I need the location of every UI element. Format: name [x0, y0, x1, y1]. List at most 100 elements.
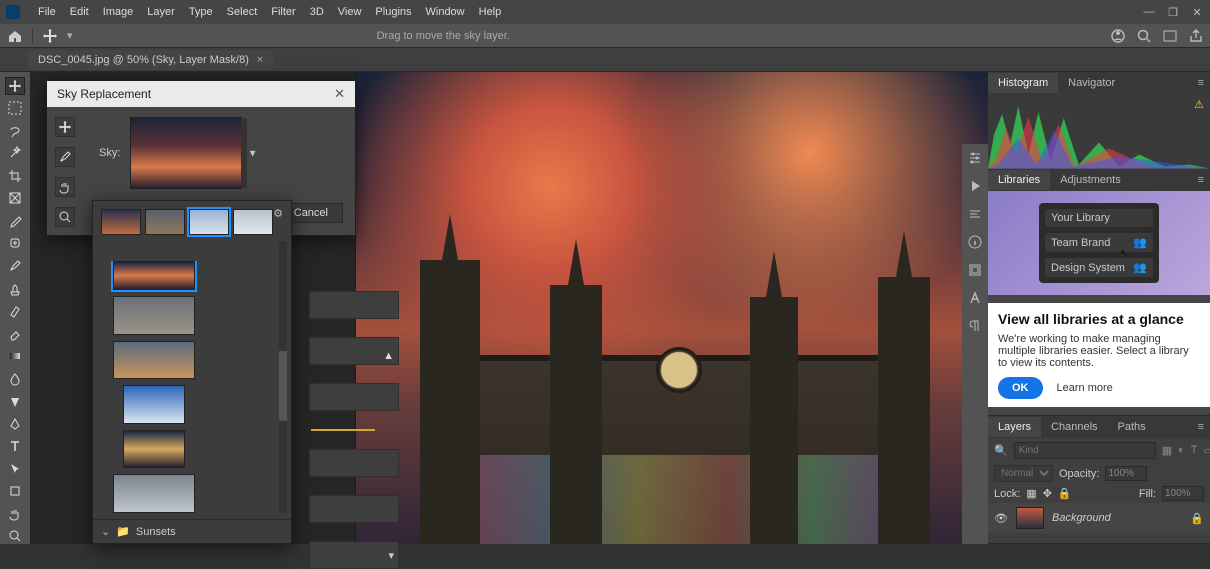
menu-filter[interactable]: Filter — [271, 6, 295, 18]
chevron-down-icon[interactable]: ⌄ — [101, 525, 110, 538]
dlg-brush-tool-icon[interactable] — [55, 147, 75, 167]
window-close-icon[interactable]: ✕ — [1190, 5, 1204, 19]
preset-thumb[interactable] — [189, 209, 229, 235]
move-tool-icon[interactable] — [6, 78, 24, 94]
tab-adjustments[interactable]: Adjustments — [1050, 170, 1131, 190]
fill-input[interactable] — [1162, 486, 1204, 501]
character-panel-icon[interactable] — [967, 290, 983, 306]
menu-image[interactable]: Image — [103, 6, 134, 18]
hand-tool-icon[interactable] — [6, 506, 24, 522]
eraser-tool-icon[interactable] — [6, 326, 24, 342]
zoom-tool-icon[interactable] — [6, 529, 24, 545]
preset-folder-name[interactable]: Sunsets — [136, 526, 176, 538]
paragraph-panel-icon[interactable] — [967, 318, 983, 334]
window-minimize-icon[interactable]: — — [1142, 5, 1156, 19]
menu-3d[interactable]: 3D — [310, 6, 324, 18]
magic-wand-tool-icon[interactable] — [6, 146, 24, 162]
blend-mode-select[interactable]: Normal — [994, 465, 1053, 482]
tab-layers[interactable]: Layers — [988, 417, 1041, 437]
layer-row[interactable]: 👁 Background 🔒 — [988, 503, 1210, 533]
close-tab-icon[interactable]: × — [257, 54, 263, 66]
properties-icon[interactable] — [967, 206, 983, 222]
menu-layer[interactable]: Layer — [147, 6, 175, 18]
pen-tool-icon[interactable] — [6, 416, 24, 432]
preset-thumb[interactable] — [123, 385, 185, 424]
menu-window[interactable]: Window — [426, 6, 465, 18]
dlg-hand-tool-icon[interactable] — [55, 177, 75, 197]
gear-icon[interactable]: ⚙ — [273, 207, 283, 220]
ok-button[interactable]: OK — [998, 377, 1043, 399]
dialog-sliders[interactable]: ▲ ▾ — [309, 291, 399, 569]
frame-tool-icon[interactable] — [6, 191, 24, 207]
filter-pixel-icon[interactable]: ▦ — [1162, 444, 1172, 458]
scrollbar[interactable] — [279, 241, 287, 513]
share-icon[interactable] — [1188, 28, 1204, 44]
tab-channels[interactable]: Channels — [1041, 417, 1107, 437]
marquee-tool-icon[interactable] — [6, 101, 24, 117]
preset-thumb[interactable] — [145, 209, 185, 235]
tab-paths[interactable]: Paths — [1108, 417, 1156, 437]
layer-comps-icon[interactable] — [967, 262, 983, 278]
window-restore-icon[interactable]: ❐ — [1166, 5, 1180, 19]
menu-type[interactable]: Type — [189, 6, 213, 18]
menu-plugins[interactable]: Plugins — [375, 6, 411, 18]
eyedropper-tool-icon[interactable] — [6, 213, 24, 229]
menu-select[interactable]: Select — [227, 6, 258, 18]
adjust-sliders-icon[interactable] — [967, 150, 983, 166]
home-icon[interactable] — [6, 27, 24, 45]
chevron-down-icon[interactable]: ▾ — [250, 147, 256, 160]
sky-preset-thumbnail[interactable]: ▾ — [130, 117, 242, 189]
filter-type-icon[interactable]: T — [1191, 444, 1198, 458]
filter-shape-icon[interactable]: ▭ — [1204, 444, 1210, 458]
panel-menu-icon[interactable]: ≡ — [1192, 421, 1210, 433]
history-brush-tool-icon[interactable] — [6, 303, 24, 319]
lock-pixels-icon[interactable]: ▦ — [1026, 487, 1036, 500]
preset-thumb[interactable] — [101, 209, 141, 235]
menu-help[interactable]: Help — [479, 6, 502, 18]
play-action-icon[interactable] — [967, 178, 983, 194]
tab-libraries[interactable]: Libraries — [988, 170, 1050, 190]
preset-list[interactable] — [107, 261, 269, 513]
document-tab[interactable]: DSC_0045.jpg @ 50% (Sky, Layer Mask/8) × — [28, 50, 273, 70]
dodge-tool-icon[interactable] — [6, 393, 24, 409]
scrollbar-thumb[interactable] — [279, 351, 287, 421]
clone-stamp-tool-icon[interactable] — [6, 281, 24, 297]
preset-thumb[interactable] — [113, 261, 195, 290]
layer-filter-input[interactable] — [1014, 442, 1156, 459]
cloud-doc-icon[interactable] — [1110, 28, 1126, 44]
tab-histogram[interactable]: Histogram — [988, 73, 1058, 93]
search-icon[interactable] — [1136, 28, 1152, 44]
histogram-warning-icon[interactable]: ⚠ — [1194, 98, 1204, 111]
preset-thumb[interactable] — [123, 430, 185, 469]
info-icon[interactable] — [967, 234, 983, 250]
spot-heal-tool-icon[interactable] — [6, 236, 24, 252]
lock-position-icon[interactable]: ✥ — [1043, 487, 1052, 500]
dlg-move-tool-icon[interactable] — [55, 117, 75, 137]
preset-thumb[interactable] — [233, 209, 273, 235]
preset-thumb[interactable] — [113, 474, 195, 513]
preset-thumb[interactable] — [113, 341, 195, 380]
dlg-zoom-tool-icon[interactable] — [55, 207, 75, 227]
slider-knob-icon[interactable]: ▲ — [383, 350, 394, 362]
blur-tool-icon[interactable] — [6, 371, 24, 387]
menu-edit[interactable]: Edit — [70, 6, 89, 18]
preset-thumb[interactable] — [113, 296, 195, 335]
lasso-tool-icon[interactable] — [6, 123, 24, 139]
crop-tool-icon[interactable] — [6, 168, 24, 184]
learn-more-link[interactable]: Learn more — [1057, 382, 1113, 394]
menu-file[interactable]: File — [38, 6, 56, 18]
arrange-icon[interactable] — [1162, 28, 1178, 44]
visibility-toggle-icon[interactable]: 👁 — [994, 512, 1008, 525]
filter-adjust-icon[interactable]: ◐ — [1178, 444, 1185, 458]
menu-view[interactable]: View — [338, 6, 362, 18]
type-tool-icon[interactable] — [6, 439, 24, 455]
tab-navigator[interactable]: Navigator — [1058, 73, 1125, 93]
path-select-tool-icon[interactable] — [6, 461, 24, 477]
brush-tool-icon[interactable] — [6, 258, 24, 274]
chevron-down-icon[interactable]: ▾ — [388, 549, 394, 562]
panel-menu-icon[interactable]: ≡ — [1192, 174, 1210, 186]
move-tool-icon[interactable] — [41, 27, 59, 45]
lock-all-icon[interactable]: 🔒 — [1058, 487, 1072, 500]
dropdown-chevron-icon[interactable]: ▾ — [67, 29, 73, 42]
gradient-tool-icon[interactable] — [6, 348, 24, 364]
